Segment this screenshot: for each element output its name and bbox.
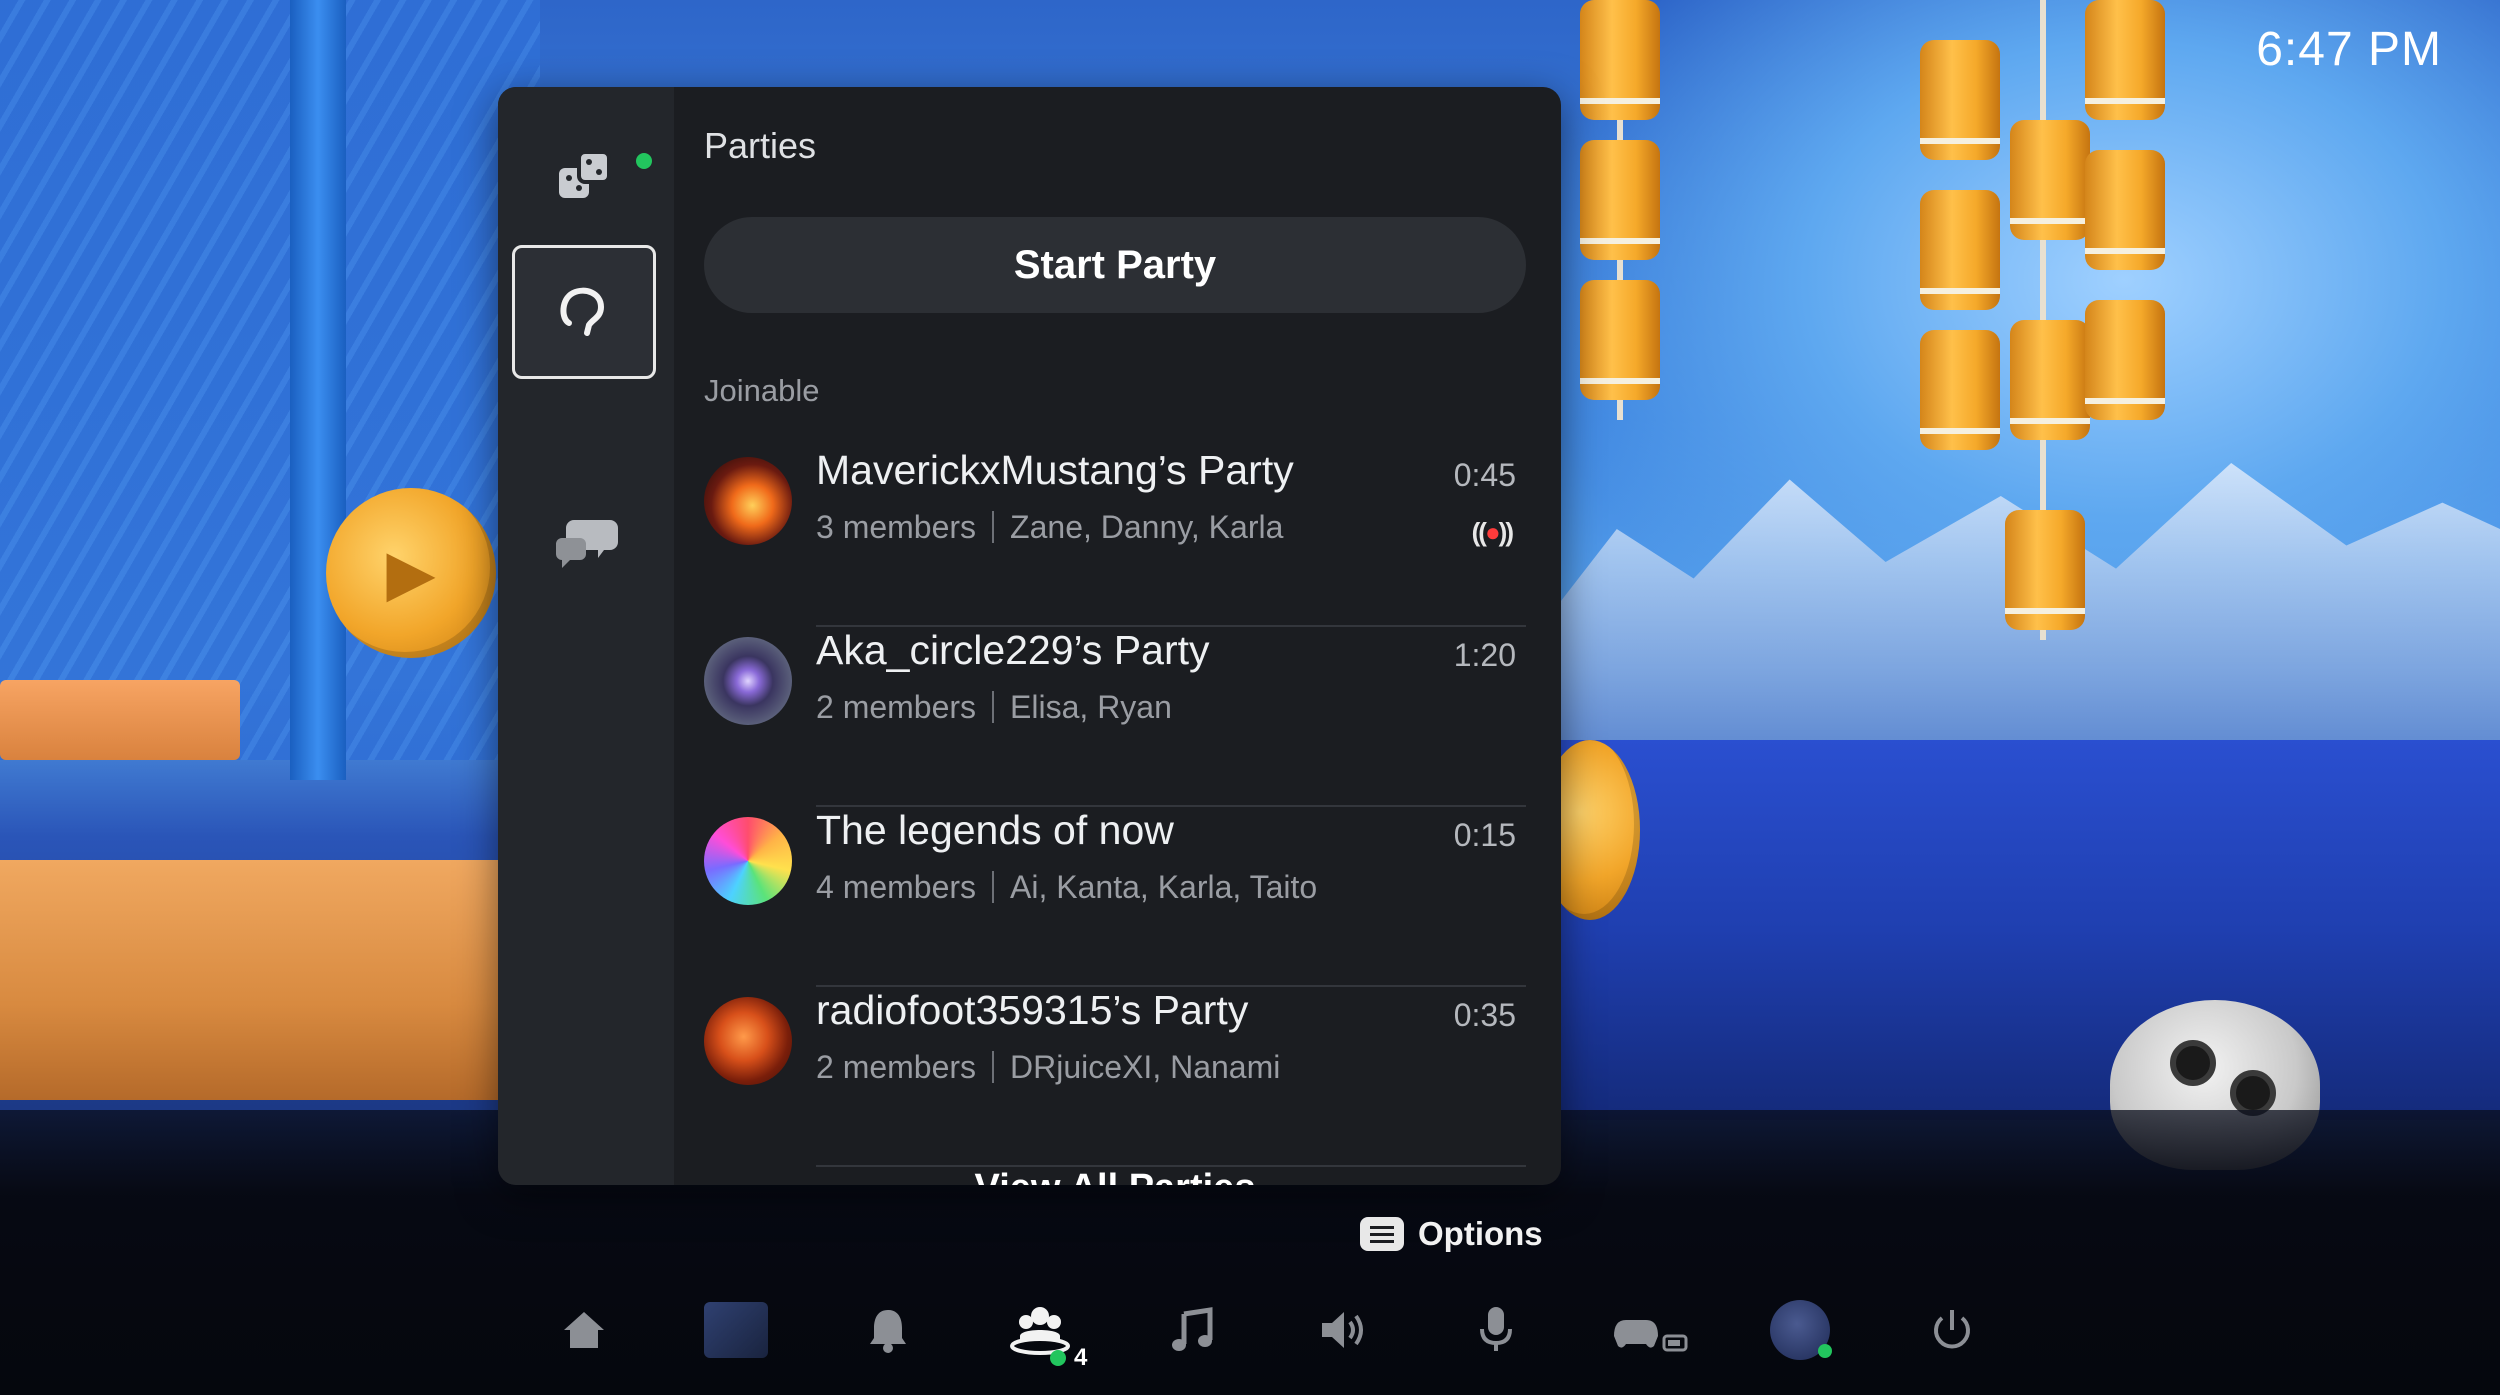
party-duration: 0:45 [1453, 457, 1516, 493]
member-count: 2 members [816, 689, 977, 725]
party-members: 2 members Elisa, Ryan [816, 689, 1172, 726]
control-profile[interactable] [1760, 1290, 1840, 1370]
mic-icon [1480, 1307, 1512, 1351]
controller-icon [1614, 1320, 1688, 1352]
party-members: 2 members DRjuiceXI, Nanami [816, 1049, 1280, 1086]
robot-eye [2170, 1040, 2216, 1086]
control-mic[interactable] [1456, 1290, 1536, 1370]
party-duration: 1:20 [1453, 637, 1516, 673]
start-party-button[interactable]: Start Party [704, 217, 1526, 313]
control-notifications[interactable] [848, 1290, 928, 1370]
panel-title: Parties [704, 125, 817, 166]
yellow-can [2010, 320, 2090, 440]
ocean [1540, 740, 2500, 1120]
yellow-can [1920, 330, 2000, 450]
member-names: Ai, Kanta, Karla, Taito [1010, 869, 1318, 905]
yellow-can [1920, 190, 2000, 310]
planet-avatar [704, 637, 792, 725]
yellow-can [2085, 300, 2165, 420]
party-name: radiofoot359315’s Party [816, 987, 1249, 1033]
rainbow-avatar [704, 817, 792, 905]
parties-panel: Parties Start Party Joinable MaverickxMu… [498, 87, 1561, 1185]
orange-floor [0, 860, 520, 1100]
power-icon [1934, 1310, 1970, 1349]
separator [992, 1051, 995, 1083]
control-game[interactable] [696, 1290, 776, 1370]
online-dot [1050, 1350, 1066, 1366]
party-duration: 0:15 [1453, 817, 1516, 853]
joinable-party-list: MaverickxMustang’s Party 3 members Zane, … [704, 447, 1526, 1167]
member-count: 3 members [816, 509, 977, 545]
party-name: The legends of now [816, 807, 1174, 853]
control-power[interactable] [1912, 1290, 1992, 1370]
party-item[interactable]: Aka_circle229’s Party 2 members Elisa, Ry… [704, 627, 1526, 807]
member-count: 2 members [816, 1049, 977, 1085]
yellow-can [2085, 0, 2165, 120]
control-sound[interactable] [1304, 1290, 1384, 1370]
broadcasting-icon: ((●)) [1471, 517, 1514, 547]
yellow-can [1580, 140, 1660, 260]
headset-icon [560, 287, 605, 336]
joinable-section-label: Joinable [704, 373, 820, 408]
messages-tab[interactable] [518, 483, 654, 603]
separator [992, 511, 995, 543]
yellow-can [1580, 280, 1660, 400]
control-accessories[interactable] [1608, 1290, 1688, 1370]
profile-online-dot [1818, 1344, 1832, 1358]
separator [992, 871, 995, 903]
game-thumbnail [704, 1302, 768, 1358]
online-friends-count: 4 [1050, 1344, 1087, 1372]
yellow-can [2010, 120, 2090, 240]
online-status-dot [636, 153, 652, 169]
yellow-can [2005, 510, 2085, 630]
control-center: 4 [530, 1290, 1990, 1380]
party-duration: 0:35 [1453, 997, 1516, 1033]
notifications-icon [870, 1310, 906, 1353]
parties-tab[interactable] [512, 245, 656, 379]
member-names: Zane, Danny, Karla [1010, 509, 1284, 545]
sound-icon [1322, 1312, 1363, 1348]
party-item[interactable]: The legends of now 4 members Ai, Kanta, K… [704, 807, 1526, 987]
striped-wall [0, 0, 540, 760]
party-name: MaverickxMustang’s Party [816, 447, 1294, 493]
control-home[interactable] [544, 1290, 624, 1370]
orange-bench [0, 680, 240, 760]
separator [992, 691, 995, 723]
party-item[interactable]: MaverickxMustang’s Party 3 members Zane, … [704, 447, 1526, 627]
yellow-can [1920, 40, 2000, 160]
chat-bubbles-icon [556, 520, 618, 568]
member-names: DRjuiceXI, Nanami [1010, 1049, 1281, 1085]
options-label: Options [1418, 1215, 1543, 1252]
options-hint[interactable]: Options [1360, 1215, 1543, 1253]
yellow-can [1580, 0, 1660, 120]
control-music[interactable] [1152, 1290, 1232, 1370]
music-icon [1172, 1307, 1213, 1351]
party-name: Aka_circle229’s Party [816, 627, 1210, 673]
options-button-icon [1360, 1217, 1404, 1251]
game-base-icon [559, 150, 611, 198]
profile-avatar [1770, 1300, 1832, 1360]
member-count: 4 members [816, 869, 977, 905]
game-base-tab[interactable] [518, 117, 654, 237]
party-members: 3 members Zane, Danny, Karla [816, 509, 1283, 546]
lava-avatar [704, 997, 792, 1085]
blue-pole [290, 0, 346, 780]
fire-avatar [704, 457, 792, 545]
party-members: 4 members Ai, Kanta, Karla, Taito [816, 869, 1317, 906]
clock: 6:47 PM [2256, 23, 2442, 76]
member-names: Elisa, Ryan [1010, 689, 1172, 725]
playstation-coin: ▶ [326, 488, 496, 658]
panel-side-rail [498, 87, 674, 1185]
party-item[interactable]: radiofoot359315’s Party 2 members DRjuice… [704, 987, 1526, 1167]
view-all-parties-button[interactable]: View All Parties [704, 1167, 1526, 1185]
home-icon [564, 1312, 604, 1348]
yellow-can [2085, 150, 2165, 270]
online-count: 4 [1074, 1344, 1088, 1371]
